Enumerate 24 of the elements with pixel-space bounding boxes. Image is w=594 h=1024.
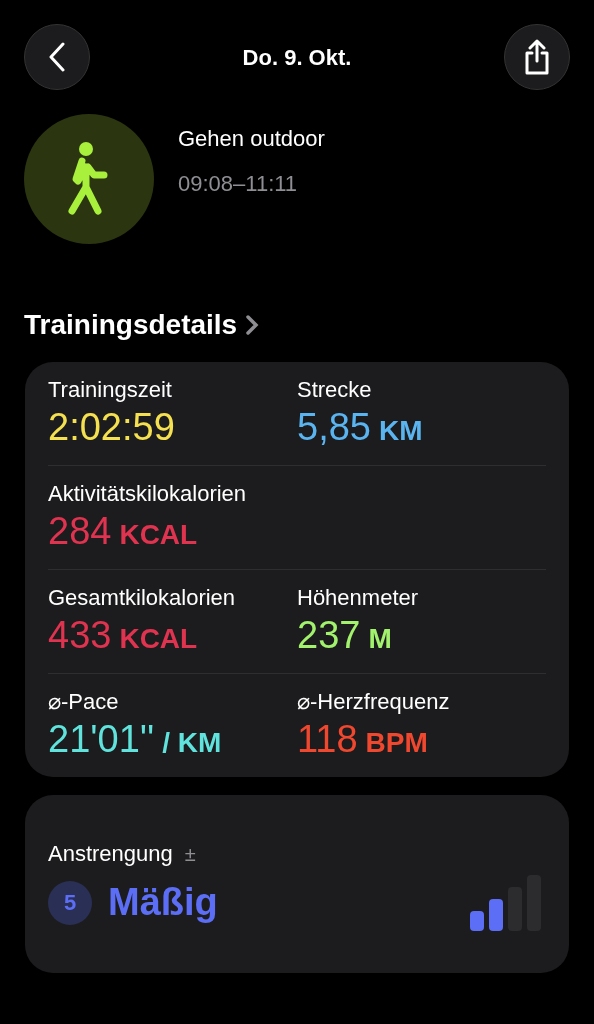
metric-value: 5,85 KM	[297, 404, 424, 450]
workout-name: Gehen outdoor	[178, 125, 325, 153]
section-title[interactable]: Trainingsdetails	[24, 304, 238, 346]
workout-time: 09:08–11:11	[178, 170, 299, 198]
back-icon	[48, 42, 66, 72]
metric-value: 237 M	[297, 612, 393, 658]
metric-value: 21'01'' / KM	[48, 716, 223, 762]
metric-label: Höhenmeter	[297, 584, 420, 612]
effort-label: Anstrengung	[48, 840, 173, 868]
metric-label: ⌀-Herzfrequenz	[297, 688, 451, 716]
metric-value: 2:02:59	[48, 404, 176, 450]
metric-value: 284 KCAL	[48, 508, 199, 554]
metric-label: Strecke	[297, 376, 373, 404]
plus-minus-icon[interactable]: ±	[184, 838, 196, 869]
date-title: Do. 9. Okt.	[242, 43, 352, 72]
metric-label: ⌀-Pace	[48, 688, 120, 716]
chevron-icon	[245, 314, 260, 336]
metric-value: 433 KCAL	[48, 612, 199, 658]
metric-label: Gesamtkilokalorien	[48, 584, 237, 612]
effort-rating: Mäßig	[108, 880, 218, 925]
metric-label: Aktivitätskilokalorien	[48, 480, 248, 508]
metric-value: 118 BPM	[297, 716, 429, 762]
effort-score: 5	[48, 880, 92, 925]
metric-label: Trainingszeit	[48, 376, 173, 404]
